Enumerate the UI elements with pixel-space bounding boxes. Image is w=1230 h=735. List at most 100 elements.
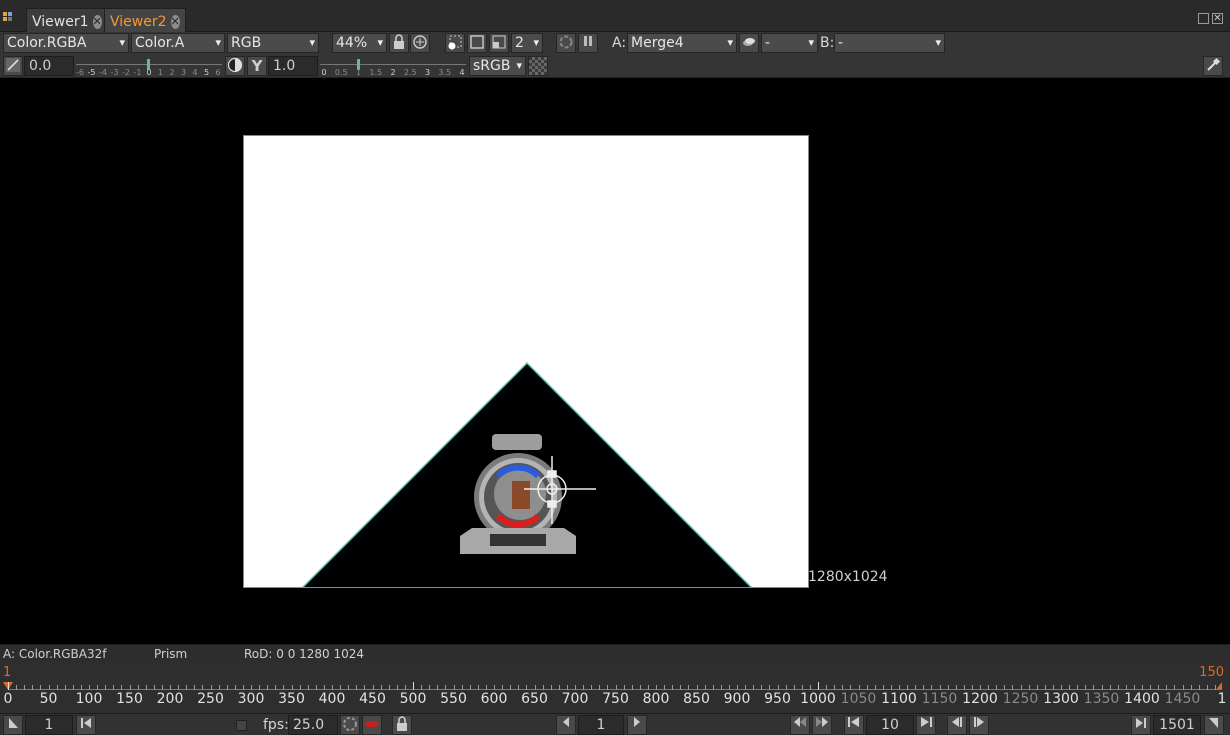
close-icon[interactable]: ✕ — [170, 15, 180, 29]
gain-toggle-icon[interactable] — [3, 56, 23, 76]
maximize-pane-icon[interactable] — [1198, 13, 1209, 24]
timeline-tick — [485, 685, 487, 690]
timeline-tick — [737, 685, 738, 690]
set-out-point-icon[interactable] — [1204, 715, 1224, 735]
go-to-last-frame-icon[interactable] — [1131, 715, 1151, 735]
current-frame-field[interactable]: 1 — [578, 715, 624, 735]
fps-checkbox[interactable] — [236, 720, 247, 731]
timeline-tick-label: 400 — [318, 691, 346, 707]
display-channels-select[interactable]: RGB — [227, 33, 319, 53]
timeline-tick — [526, 685, 528, 690]
slider-track — [320, 64, 466, 65]
timeline[interactable]: 1 150 0 50 100 150 200 250 300 350 400 450 500 550 6… — [0, 663, 1230, 713]
timeline-tick — [550, 685, 552, 690]
previous-frame-icon[interactable] — [556, 715, 576, 735]
slider-tick-label: 5 — [203, 68, 210, 77]
rendered-image — [243, 135, 809, 588]
set-in-point-icon[interactable] — [3, 715, 23, 735]
timeline-tick — [826, 685, 828, 690]
timeline-tick-label: 450 — [359, 691, 386, 707]
pane-menu-icon[interactable] — [3, 12, 13, 24]
timeline-tick — [647, 685, 649, 690]
timeline-tick-label: 50 — [39, 691, 58, 707]
slider-tick-label: 6 — [215, 68, 221, 77]
timeline-tick — [307, 685, 309, 690]
center-image-icon[interactable] — [410, 33, 430, 53]
timeline-tick-label: 1300 — [1043, 691, 1079, 707]
timeline-tick-label: 1400 — [1124, 691, 1160, 707]
turbo-mode-icon[interactable] — [340, 715, 360, 735]
go-to-first-frame-icon[interactable] — [76, 715, 96, 735]
first-frame-field[interactable]: 1 — [25, 715, 73, 735]
timeline-tick — [413, 682, 414, 690]
user-roi-icon[interactable] — [445, 33, 465, 53]
timeline-tick-label: 700 — [561, 691, 589, 707]
slider-tick-label: -6 — [76, 68, 84, 77]
proxy-level-select[interactable]: 2 — [511, 33, 543, 53]
gamma-toggle-icon[interactable]: Y — [247, 56, 267, 76]
timeline-tick — [299, 685, 301, 690]
close-pane-icon[interactable]: ✕ — [1212, 13, 1223, 24]
last-frame-field[interactable]: 1501 — [1153, 715, 1201, 735]
rewind-increment-icon[interactable] — [844, 715, 864, 735]
lock-icon[interactable] — [389, 33, 409, 53]
timeline-tick — [518, 685, 520, 690]
timeline-tick — [16, 685, 18, 690]
refresh-icon[interactable] — [556, 33, 576, 53]
timeline-tick-label: 800 — [642, 691, 670, 707]
tab-viewer1[interactable]: Viewer1 ✕ — [26, 8, 106, 32]
input-a-select[interactable]: Merge4 — [627, 33, 737, 53]
timeline-tick — [931, 685, 933, 690]
timeline-tick-label: 200 — [156, 691, 184, 707]
next-keyframe-icon[interactable] — [812, 715, 832, 735]
playback-bar: 1 fps: 25.0 1 10 1501 — [0, 713, 1230, 735]
input-b-select[interactable]: - — [834, 33, 945, 53]
colorspace-select[interactable]: sRGB — [469, 56, 526, 76]
gain-slider[interactable]: -6 -5 -4 -3 -2 -1 0 1 2 3 4 5 6 — [76, 54, 222, 77]
timeline-tick — [866, 685, 868, 690]
pause-updates-icon[interactable] — [578, 33, 598, 53]
timeline-tick — [234, 685, 236, 690]
slider-tick-label: 4 — [192, 68, 198, 77]
next-frame-icon[interactable] — [627, 715, 647, 735]
timeline-tick — [591, 685, 593, 690]
timeline-tick — [1020, 685, 1022, 690]
timeline-tick — [907, 685, 909, 690]
fps-field[interactable]: 25.0 — [288, 715, 338, 735]
operation-select[interactable]: - — [761, 33, 818, 53]
timeline-tick — [1077, 685, 1079, 690]
color-picker-icon[interactable] — [1203, 56, 1223, 76]
timeline-tick — [89, 685, 90, 690]
play-backward-icon[interactable] — [947, 715, 967, 735]
clip-to-project-icon[interactable] — [467, 33, 487, 53]
input-b-label: B: — [820, 35, 835, 51]
slider-tick-label: 0 — [146, 68, 152, 77]
rod-label: RoD: 0 0 1280 1024 — [244, 647, 365, 661]
timeline-tick — [332, 685, 333, 690]
gamma-field[interactable]: 1.0 — [268, 56, 318, 76]
timeline-tick — [1044, 685, 1046, 690]
play-forward-icon[interactable] — [969, 715, 989, 735]
gamma-slider[interactable]: 0 0.5 1 1.5 2 2.5 3 3.5 4 — [320, 54, 466, 77]
composite-operator-icon[interactable] — [739, 33, 759, 53]
alpha-channel-select[interactable]: Color.A — [131, 33, 225, 53]
viewer-canvas[interactable]: 1280x1024 — [0, 79, 1230, 644]
timeline-tick-label: 1000 — [800, 691, 836, 707]
proxy-mode-icon[interactable] — [489, 33, 509, 53]
forward-increment-icon[interactable] — [916, 715, 936, 735]
close-icon[interactable]: ✕ — [92, 15, 102, 29]
timeline-tick — [558, 685, 560, 690]
slider-tick-label: -1 — [133, 68, 142, 77]
auto-contrast-icon[interactable] — [225, 56, 245, 76]
gain-field[interactable]: 0.0 — [24, 56, 74, 76]
zoom-select[interactable]: 44% — [332, 33, 387, 53]
checkerboard-icon[interactable] — [528, 56, 548, 76]
lock-range-icon[interactable] — [392, 715, 412, 735]
tab-viewer2[interactable]: Viewer2 ✕ — [104, 8, 186, 32]
previous-keyframe-icon[interactable] — [790, 715, 810, 735]
timeline-tick — [445, 685, 447, 690]
frame-increment-field[interactable]: 10 — [866, 715, 914, 735]
layer-select[interactable]: Color.RGBA — [3, 33, 129, 53]
playback-mode-icon[interactable] — [362, 715, 382, 735]
timeline-tick-label: 1050 — [840, 691, 877, 707]
